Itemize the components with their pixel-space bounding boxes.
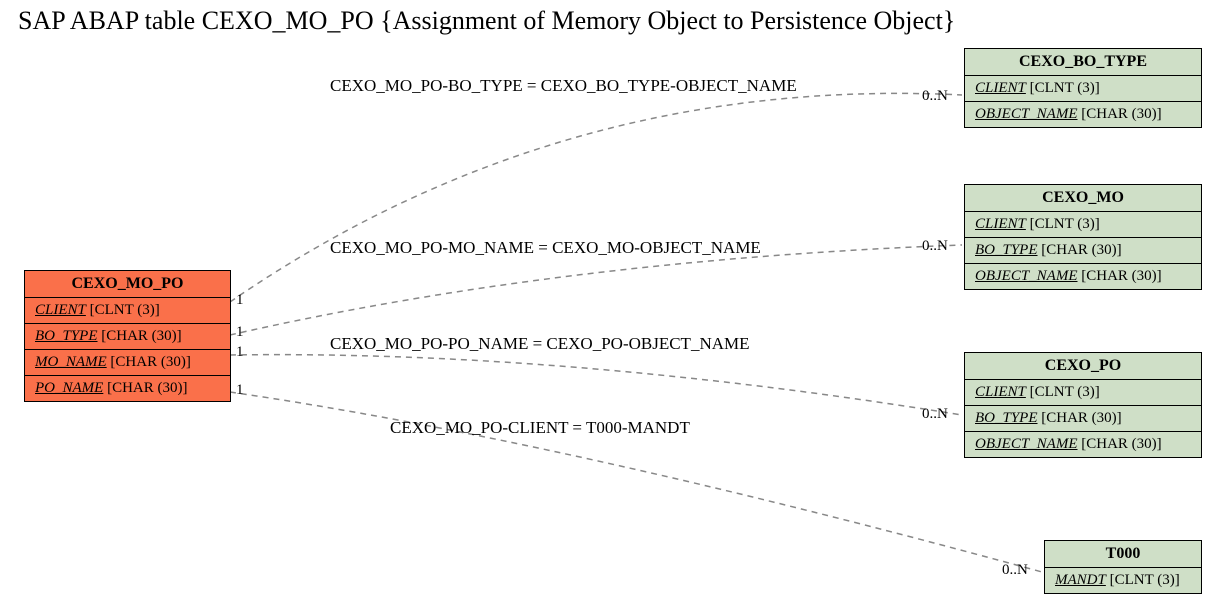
table-field: CLIENT [CLNT (3)] — [25, 298, 230, 324]
table-field: CLIENT [CLNT (3)] — [965, 212, 1201, 238]
table-header: CEXO_BO_TYPE — [965, 49, 1201, 76]
table-header: T000 — [1045, 541, 1201, 568]
cardinality-right: 0..N — [922, 238, 948, 255]
relationship-label: CEXO_MO_PO-CLIENT = T000-MANDT — [390, 418, 690, 438]
table-field: CLIENT [CLNT (3)] — [965, 76, 1201, 102]
cardinality-left: 1 — [236, 292, 244, 309]
table-field: MANDT [CLNT (3)] — [1045, 568, 1201, 593]
relationship-label: CEXO_MO_PO-MO_NAME = CEXO_MO-OBJECT_NAME — [330, 238, 761, 258]
table-cexo-mo: CEXO_MO CLIENT [CLNT (3)] BO_TYPE [CHAR … — [964, 184, 1202, 290]
table-field: OBJECT_NAME [CHAR (30)] — [965, 264, 1201, 289]
table-field: BO_TYPE [CHAR (30)] — [965, 238, 1201, 264]
table-field: OBJECT_NAME [CHAR (30)] — [965, 102, 1201, 127]
table-cexo-po: CEXO_PO CLIENT [CLNT (3)] BO_TYPE [CHAR … — [964, 352, 1202, 458]
cardinality-left: 1 — [236, 324, 244, 341]
table-cexo-mo-po: CEXO_MO_PO CLIENT [CLNT (3)] BO_TYPE [CH… — [24, 270, 231, 402]
table-field: CLIENT [CLNT (3)] — [965, 380, 1201, 406]
relationship-label: CEXO_MO_PO-BO_TYPE = CEXO_BO_TYPE-OBJECT… — [330, 76, 797, 96]
page-title: SAP ABAP table CEXO_MO_PO {Assignment of… — [18, 6, 955, 36]
table-header: CEXO_PO — [965, 353, 1201, 380]
cardinality-right: 0..N — [1002, 562, 1028, 579]
table-header: CEXO_MO — [965, 185, 1201, 212]
cardinality-left: 1 — [236, 344, 244, 361]
table-field: BO_TYPE [CHAR (30)] — [25, 324, 230, 350]
table-field: MO_NAME [CHAR (30)] — [25, 350, 230, 376]
cardinality-right: 0..N — [922, 88, 948, 105]
table-cexo-bo-type: CEXO_BO_TYPE CLIENT [CLNT (3)] OBJECT_NA… — [964, 48, 1202, 128]
relationship-label: CEXO_MO_PO-PO_NAME = CEXO_PO-OBJECT_NAME — [330, 334, 750, 354]
cardinality-left: 1 — [236, 382, 244, 399]
table-field: PO_NAME [CHAR (30)] — [25, 376, 230, 401]
table-field: BO_TYPE [CHAR (30)] — [965, 406, 1201, 432]
table-field: OBJECT_NAME [CHAR (30)] — [965, 432, 1201, 457]
table-header: CEXO_MO_PO — [25, 271, 230, 298]
table-t000: T000 MANDT [CLNT (3)] — [1044, 540, 1202, 594]
cardinality-right: 0..N — [922, 406, 948, 423]
